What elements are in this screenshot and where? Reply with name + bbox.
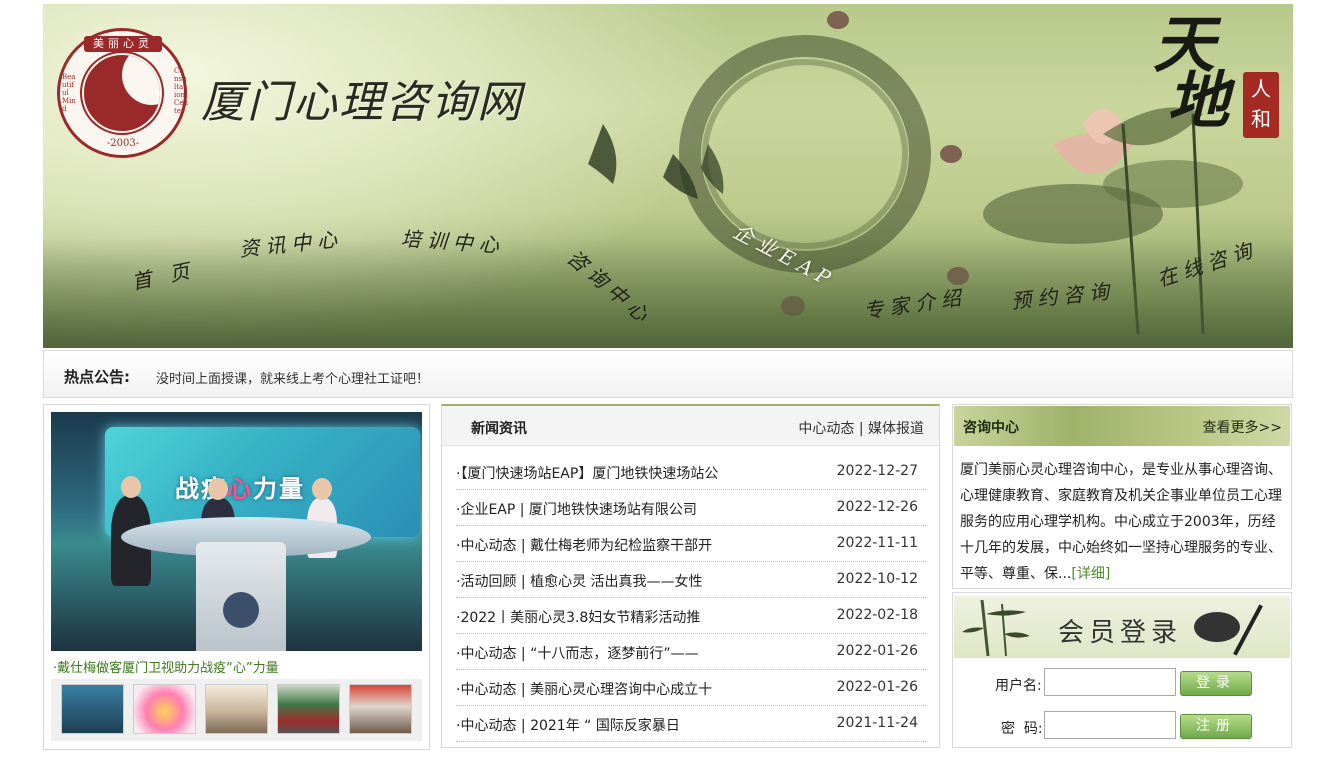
notice-label: 热点公告: [64,368,130,386]
news-item-title[interactable]: ·中心动态 | 美丽心灵心理咨询中心成立十 [456,679,756,699]
news-item[interactable]: ·中心动态 | “十八而志，逐梦前行”—— 2022-01-26 [456,634,926,670]
view-more-link[interactable]: 查看更多>> [1203,417,1282,437]
news-item[interactable]: ·活动回顾 | 植愈心灵 活出真我——女性 2022-10-12 [456,562,926,598]
motto-seal: 人 和 [1243,72,1279,138]
member-login-panel: 会员登录 用户名: 登录 密 码: 注册 [952,592,1292,748]
screen-title-b: 力量 [253,475,305,503]
news-item[interactable]: ·企业EAP | 厦门地铁快速场站有限公司 2022-12-26 [456,490,926,526]
news-item-date: 2022-10-12 [836,571,918,587]
news-item[interactable]: ·中心动态 | 美丽心灵心理咨询中心成立十 2022-01-26 [456,670,926,706]
news-title: 新闻资讯 [471,421,527,437]
header-banner: 美丽心灵 Beautiful Mind Consultation Center … [43,4,1293,348]
logo-left-text: Beautiful Mind [62,73,76,113]
screen-title: 战疫心力量 [175,469,305,504]
screen-title-heart: 心 [227,475,253,503]
consult-intro: 厦门美丽心灵心理咨询中心，是专业从事心理咨询、心理健康教育、家庭教育及机关企事业… [960,457,1286,587]
news-item-date: 2021-11-24 [836,715,918,731]
login-banner: 会员登录 [954,596,1290,658]
username-label: 用户名: [995,678,1042,694]
news-item[interactable]: ·中心动态 | 2021年 “ 国际反家暴日 2021-11-24 [456,706,926,742]
news-item-date: 2022-11-11 [836,535,918,551]
thumbnail-2[interactable] [133,684,196,734]
news-item-title[interactable]: ·【厦门快速场站EAP】厦门地铁快速场站公 [456,463,756,483]
username-input[interactable] [1044,668,1176,696]
news-category-links: 中心动态 | 媒体报道 [798,421,924,437]
link-center-news[interactable]: 中心动态 [798,421,854,437]
bamboo-icon [962,600,1030,656]
news-item-date: 2022-02-18 [836,607,918,623]
news-item[interactable]: ·2022丨美丽心灵3.8妇女节精彩活动推 2022-02-18 [456,598,926,634]
site-title: 厦门心理咨询网 [201,77,523,128]
news-panel: 新闻资讯 中心动态 | 媒体报道 ·【厦门快速场站EAP】厦门地铁快速场站公 20… [441,404,940,748]
password-label: 密 码: [1001,721,1043,737]
link-media-reports[interactable]: 媒体报道 [868,421,924,437]
thumbnail-1[interactable] [61,684,124,734]
logo-year: -2003- [106,138,140,149]
login-title: 会员登录 [1058,618,1183,648]
logo-top-text: 美丽心灵 [84,36,162,52]
tv-station-logo-icon [223,592,259,628]
logo-right-text: Consultation Center [174,67,189,115]
news-item-title[interactable]: ·中心动态 | 2021年 “ 国际反家暴日 [456,715,756,735]
news-list: ·【厦门快速场站EAP】厦门地铁快速场站公 2022-12-27 ·企业EAP |… [456,454,926,742]
news-item-date: 2022-01-26 [836,643,918,659]
news-item-title[interactable]: ·中心动态 | 戴仕梅老师为纪检监察干部开 [456,535,756,555]
motto-char-2: 地 [1167,64,1230,137]
thumbnail-strip [51,679,422,741]
thumbnail-4[interactable] [277,684,340,734]
feature-photo[interactable]: 战疫心力量 [51,412,422,651]
notice-text[interactable]: 没时间上面授课，就来线上考个心理社工证吧！ [156,368,429,387]
thumbnail-3[interactable] [205,684,268,734]
hot-notice-bar: 热点公告: 没时间上面授课，就来线上考个心理社工证吧！ [43,350,1293,398]
password-input[interactable] [1044,711,1176,739]
motto-calligraphy: 天 地 人 和 [1149,12,1289,162]
news-item-title[interactable]: ·中心动态 | “十八而志，逐梦前行”—— [456,643,756,663]
register-button[interactable]: 注册 [1180,714,1252,739]
site-logo[interactable]: 美丽心灵 Beautiful Mind Consultation Center … [57,28,189,158]
motto-seal-char-1: 人 [1251,77,1271,101]
news-item-date: 2022-12-26 [836,499,918,515]
feature-caption[interactable]: ·戴仕梅做客厦门卫视助力战疫“心”力量 [53,657,279,676]
news-item-title[interactable]: ·企业EAP | 厦门地铁快速场站有限公司 [456,499,756,519]
inkstone-icon [1194,612,1240,642]
consult-title: 咨询中心 [963,420,1019,436]
yin-yang-icon [82,53,162,133]
news-header: 新闻资讯 中心动态 | 媒体报道 [442,406,939,446]
feature-panel: 战疫心力量 ·戴仕梅做客厦门卫视助力战疫“心”力量 [43,404,430,750]
news-item[interactable]: ·中心动态 | 戴仕梅老师为纪检监察干部开 2022-11-11 [456,526,926,562]
news-item-date: 2022-01-26 [836,679,918,695]
news-item-date: 2022-12-27 [836,463,918,479]
consult-center-panel: 咨询中心 查看更多>> 厦门美丽心灵心理咨询中心，是专业从事心理咨询、心理健康教… [952,404,1292,589]
news-item-title[interactable]: ·活动回顾 | 植愈心灵 活出真我——女性 [456,571,756,591]
motto-seal-char-2: 和 [1251,107,1271,131]
news-item[interactable]: ·【厦门快速场站EAP】厦门地铁快速场站公 2022-12-27 [456,454,926,490]
consult-header: 咨询中心 查看更多>> [954,406,1290,446]
consult-intro-text: 厦门美丽心灵心理咨询中心，是专业从事心理咨询、心理健康教育、家庭教育及机关企事业… [960,462,1282,582]
detail-link[interactable]: [详细] [1071,566,1110,582]
login-button[interactable]: 登录 [1180,671,1252,696]
news-item-title[interactable]: ·2022丨美丽心灵3.8妇女节精彩活动推 [456,607,756,627]
thumbnail-5[interactable] [349,684,412,734]
